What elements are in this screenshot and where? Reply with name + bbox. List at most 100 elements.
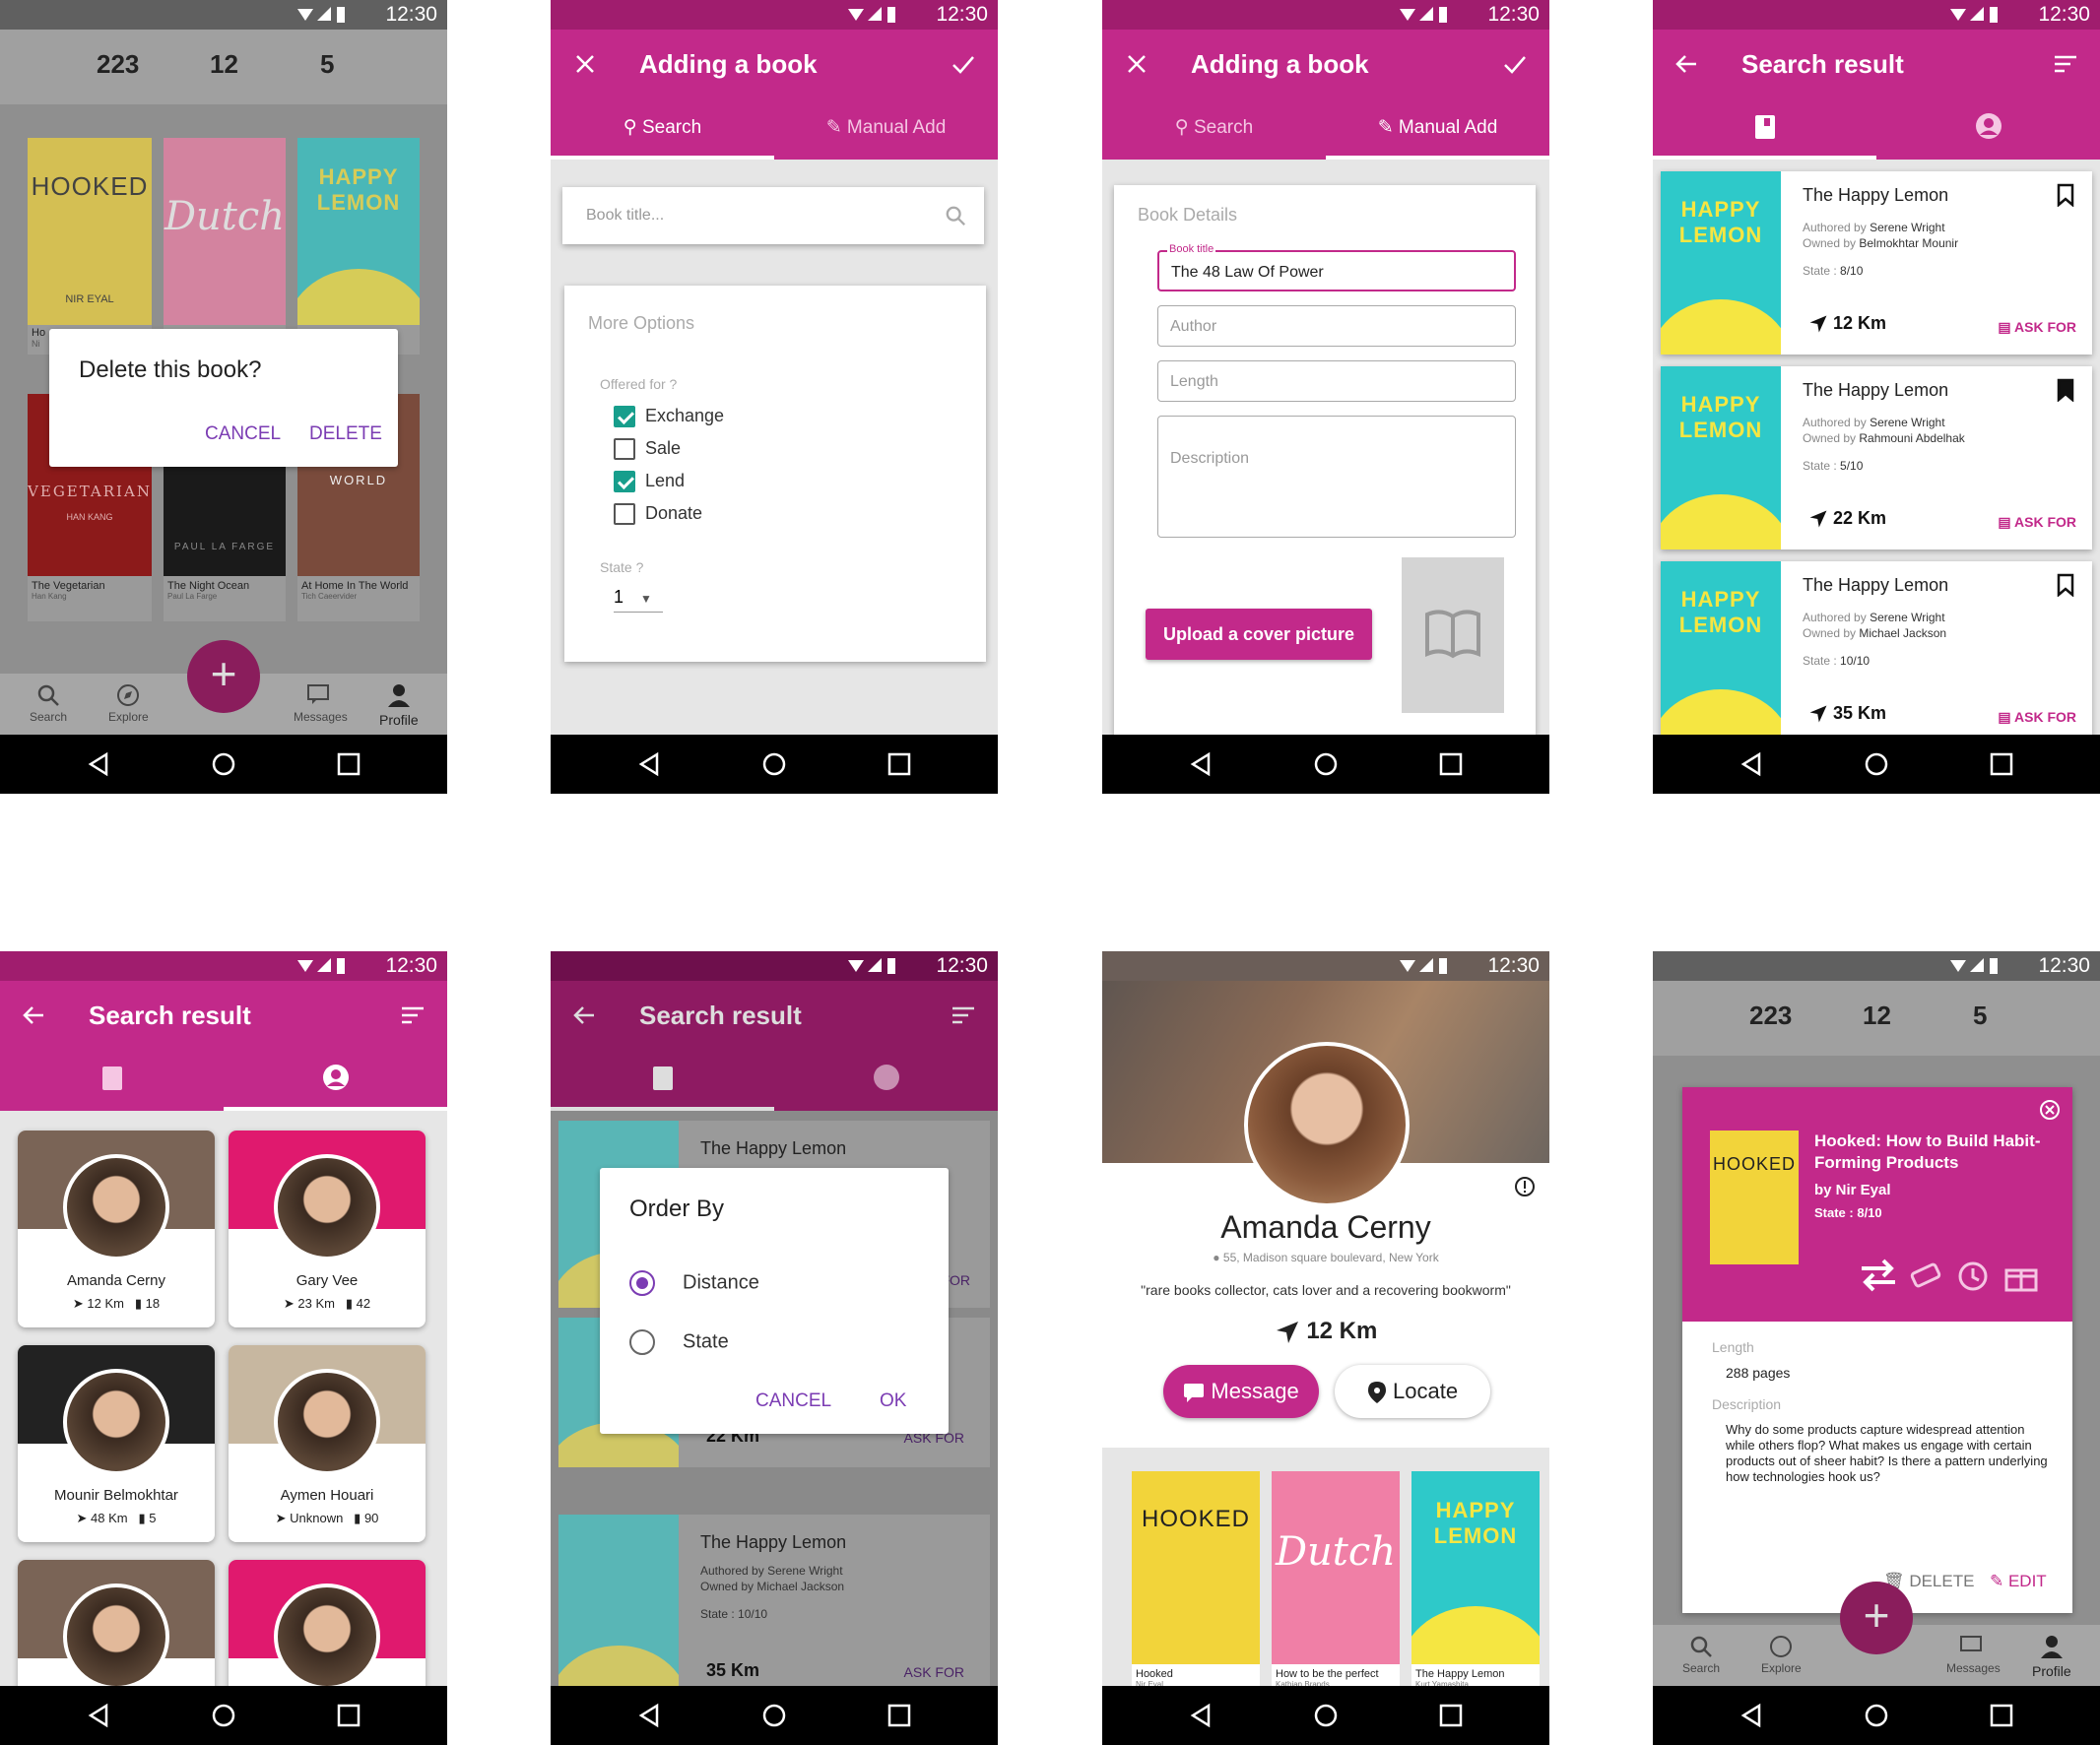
nav-search[interactable]: Search xyxy=(30,683,67,724)
radio-state[interactable]: State xyxy=(629,1329,729,1355)
home-icon[interactable] xyxy=(1863,1702,1890,1729)
book-cover-happy-lemon[interactable]: HAPPY LEMON xyxy=(297,138,420,325)
sort-icon[interactable] xyxy=(400,1002,426,1028)
user-card[interactable]: Aymen Houari ➤ Unknown ▮ 90 xyxy=(229,1345,426,1542)
check-icon[interactable] xyxy=(951,51,976,77)
book-cover-happy-lemon[interactable]: HAPPY LEMON xyxy=(1411,1471,1540,1664)
book-cover-dutch[interactable]: Dutch xyxy=(164,138,286,325)
checkbox-checked-icon[interactable] xyxy=(614,406,635,428)
recents-icon[interactable] xyxy=(1437,750,1465,778)
locate-button[interactable]: Locate xyxy=(1335,1365,1490,1418)
state-select[interactable]: 1 ▼ xyxy=(614,587,663,613)
add-book-fab[interactable]: + xyxy=(187,640,260,713)
search-box[interactable]: Book title... xyxy=(562,187,984,244)
sort-icon[interactable] xyxy=(951,1002,976,1028)
book-cover-hooked[interactable]: HOOKED NIR EYAL xyxy=(28,138,152,325)
sell-icon[interactable] xyxy=(1909,1260,1944,1290)
bookmark-icon[interactable] xyxy=(2057,573,2074,597)
arrow-back-icon[interactable] xyxy=(572,1002,598,1028)
nav-profile[interactable]: Profile xyxy=(2032,1633,2071,1679)
cancel-button[interactable]: CANCEL xyxy=(755,1390,831,1412)
user-card[interactable] xyxy=(229,1560,426,1698)
bookmark-icon[interactable] xyxy=(2057,183,2074,207)
home-icon[interactable] xyxy=(210,750,237,778)
radio-distance[interactable]: Distance xyxy=(629,1270,759,1296)
tab-search[interactable]: ⚲ Search xyxy=(551,98,774,160)
home-icon[interactable] xyxy=(1312,750,1340,778)
ask-for-button[interactable]: ▤ ASK FOR xyxy=(1998,709,2076,726)
ask-for-button[interactable]: ▤ ASK FOR xyxy=(1998,514,2076,531)
description-field[interactable]: Description xyxy=(1157,416,1516,538)
checkbox-icon[interactable] xyxy=(614,438,635,461)
recents-icon[interactable] xyxy=(1437,1702,1465,1729)
close-icon[interactable] xyxy=(572,51,598,77)
ok-button[interactable]: OK xyxy=(880,1390,906,1412)
back-icon[interactable] xyxy=(635,1702,663,1729)
book-cover-hooked[interactable]: HOOKED xyxy=(1132,1471,1260,1664)
home-icon[interactable] xyxy=(1312,1702,1340,1729)
option-donate[interactable]: Donate xyxy=(614,503,702,526)
upload-cover-button[interactable]: Upload a cover picture xyxy=(1146,609,1372,660)
info-icon[interactable] xyxy=(1514,1176,1536,1197)
nav-messages[interactable]: Messages xyxy=(1946,1635,2001,1675)
tab-manual-add[interactable]: ✎ Manual Add xyxy=(1326,98,1549,160)
author-field[interactable]: Author xyxy=(1157,305,1516,347)
message-button[interactable]: Message xyxy=(1163,1365,1319,1418)
result-card[interactable]: HAPPY LEMON The Happy Lemon Authored by Se… xyxy=(1661,171,2092,355)
result-card[interactable]: HAPPY LEMON The Happy Lemon Authored by Se… xyxy=(1661,366,2092,549)
tab-search[interactable]: ⚲ Search xyxy=(1102,98,1326,160)
back-icon[interactable] xyxy=(635,750,663,778)
book-cover-dutch[interactable]: Dutch xyxy=(1272,1471,1400,1664)
sort-icon[interactable] xyxy=(2053,51,2078,77)
home-icon[interactable] xyxy=(210,1702,237,1729)
back-icon[interactable] xyxy=(85,1702,112,1729)
user-card[interactable]: Amanda Cerny ➤ 12 Km ▮ 18 xyxy=(18,1131,215,1327)
add-book-fab[interactable]: + xyxy=(1840,1582,1913,1654)
tab-users[interactable] xyxy=(1876,98,2100,160)
radio-checked-icon[interactable] xyxy=(629,1270,655,1296)
nav-profile[interactable]: Profile xyxy=(379,681,419,728)
cancel-button[interactable]: CANCEL xyxy=(205,423,281,445)
home-icon[interactable] xyxy=(1863,750,1890,778)
exchange-icon[interactable] xyxy=(1860,1259,1897,1292)
back-icon[interactable] xyxy=(1738,1702,1765,1729)
checkbox-checked-icon[interactable] xyxy=(614,471,635,493)
user-card[interactable] xyxy=(18,1560,215,1698)
option-exchange[interactable]: Exchange xyxy=(614,406,724,428)
nav-explore[interactable]: Explore xyxy=(1761,1635,1802,1675)
edit-button[interactable]: ✎ EDIT xyxy=(1990,1572,2047,1591)
back-icon[interactable] xyxy=(85,750,112,778)
back-icon[interactable] xyxy=(1187,1702,1214,1729)
tab-books[interactable] xyxy=(551,1050,774,1111)
tab-books[interactable] xyxy=(0,1050,224,1111)
option-lend[interactable]: Lend xyxy=(614,471,685,493)
recents-icon[interactable] xyxy=(886,1702,913,1729)
tab-manual-add[interactable]: ✎ Manual Add xyxy=(774,98,998,160)
nav-search[interactable]: Search xyxy=(1682,1635,1720,1675)
bookmark-icon[interactable] xyxy=(2057,378,2074,402)
checkbox-icon[interactable] xyxy=(614,503,635,526)
recents-icon[interactable] xyxy=(1988,1702,2015,1729)
lend-clock-icon[interactable] xyxy=(1956,1260,1990,1292)
user-card[interactable]: Mounir Belmokhtar ➤ 48 Km ▮ 5 xyxy=(18,1345,215,1542)
gift-icon[interactable] xyxy=(2003,1259,2039,1292)
delete-button[interactable]: DELETE xyxy=(309,423,382,445)
option-sale[interactable]: Sale xyxy=(614,438,681,461)
back-icon[interactable] xyxy=(1187,750,1214,778)
tab-users[interactable] xyxy=(774,1050,998,1111)
search-input[interactable]: Book title... xyxy=(586,207,664,225)
back-icon[interactable] xyxy=(1738,750,1765,778)
length-field[interactable]: Length xyxy=(1157,360,1516,402)
user-card[interactable]: Gary Vee ➤ 23 Km ▮ 42 xyxy=(229,1131,426,1327)
recents-icon[interactable] xyxy=(335,750,362,778)
nav-explore[interactable]: Explore xyxy=(108,683,149,724)
check-icon[interactable] xyxy=(1502,51,1528,77)
result-card[interactable]: HAPPY LEMON The Happy Lemon Authored by Se… xyxy=(1661,561,2092,744)
close-circle-icon[interactable] xyxy=(2039,1099,2061,1121)
home-icon[interactable] xyxy=(760,1702,788,1729)
radio-icon[interactable] xyxy=(629,1329,655,1355)
ask-for-button[interactable]: ▤ ASK FOR xyxy=(1998,319,2076,336)
recents-icon[interactable] xyxy=(335,1702,362,1729)
arrow-back-icon[interactable] xyxy=(22,1002,47,1028)
book-title-field[interactable]: Book title The 48 Law Of Power xyxy=(1157,243,1516,291)
